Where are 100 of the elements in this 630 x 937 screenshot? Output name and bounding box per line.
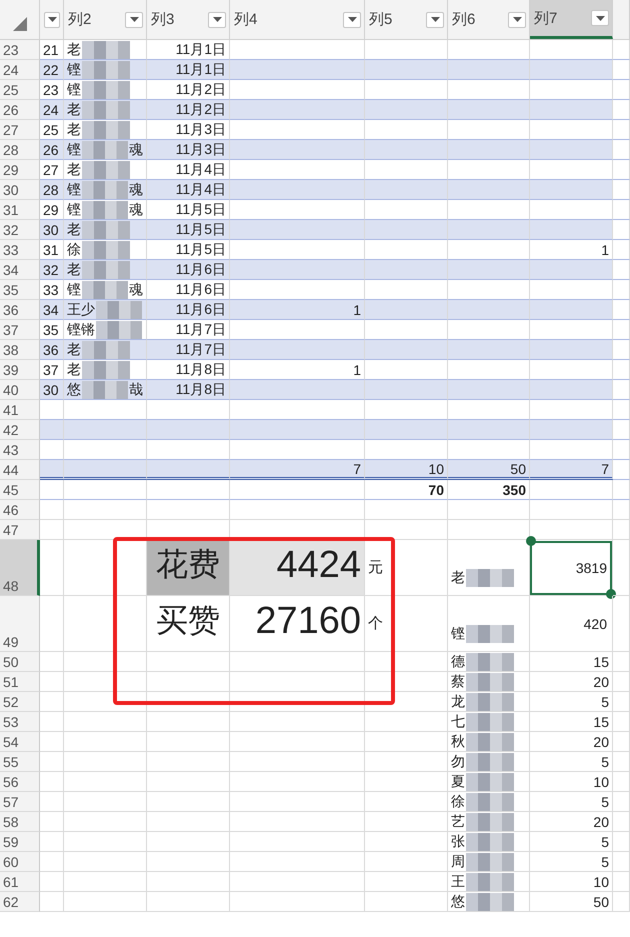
filter-dropdown-button[interactable] — [208, 12, 226, 28]
table-cell: 30 — [40, 380, 64, 400]
row-header[interactable]: 51 — [0, 672, 40, 692]
column-header[interactable]: 列3 — [147, 0, 230, 39]
table-cell: 5 — [530, 692, 613, 712]
row-header[interactable]: 39 — [0, 360, 40, 380]
table-cell: 夏 — [451, 772, 465, 790]
row-header[interactable]: 40 — [0, 380, 40, 400]
table-cell: 老 — [451, 569, 465, 587]
pixelated-block — [82, 40, 130, 58]
table-cell: 老 — [67, 100, 81, 118]
row-header[interactable]: 56 — [0, 772, 40, 792]
row-header[interactable]: 33 — [0, 240, 40, 260]
row-header[interactable]: 46 — [0, 500, 40, 520]
row-header[interactable]: 32 — [0, 220, 40, 240]
table-cell: 张 — [451, 832, 465, 850]
table-cell — [613, 200, 630, 220]
row-header[interactable]: 58 — [0, 812, 40, 832]
table-cell — [40, 500, 64, 520]
column-header[interactable]: 列5 — [365, 0, 448, 39]
row-header[interactable]: 44 — [0, 460, 40, 480]
row-header[interactable]: 37 — [0, 320, 40, 340]
selection-handle-icon[interactable] — [526, 536, 536, 546]
row-header[interactable]: 54 — [0, 732, 40, 752]
pixelated-block — [82, 260, 130, 278]
table-cell — [613, 520, 630, 540]
pixelated-block — [466, 792, 514, 810]
filter-dropdown-button[interactable] — [591, 10, 609, 26]
row-header[interactable]: 60 — [0, 852, 40, 872]
table-cell — [613, 80, 630, 100]
row-header[interactable]: 28 — [0, 140, 40, 160]
row-header[interactable]: 29 — [0, 160, 40, 180]
row-header[interactable]: 61 — [0, 872, 40, 892]
table-cell — [613, 400, 630, 420]
table-cell: 11月2日 — [147, 100, 230, 120]
row-header[interactable]: 43 — [0, 440, 40, 460]
select-all-icon[interactable] — [12, 17, 26, 31]
table-cell — [613, 812, 630, 832]
table-cell — [613, 460, 630, 480]
row-header[interactable]: 26 — [0, 100, 40, 120]
row-header[interactable]: 49 — [0, 596, 40, 652]
table-cell — [613, 712, 630, 732]
row-header[interactable]: 36 — [0, 300, 40, 320]
row-header[interactable]: 25 — [0, 80, 40, 100]
table-cell — [613, 440, 630, 460]
filter-dropdown-button[interactable] — [508, 12, 526, 28]
filter-dropdown-button[interactable] — [343, 12, 361, 28]
row-header[interactable]: 30 — [0, 180, 40, 200]
table-cell: 5 — [530, 832, 613, 852]
row-header[interactable]: 27 — [0, 120, 40, 140]
pixelated-block — [82, 380, 128, 398]
table-cell: 11月8日 — [147, 380, 230, 400]
table-cell — [613, 360, 630, 380]
row-header[interactable]: 55 — [0, 752, 40, 772]
table-cell: 10 — [530, 772, 613, 792]
pixelated-block — [466, 892, 514, 910]
row-header[interactable]: 50 — [0, 652, 40, 672]
row-header[interactable]: 23 — [0, 40, 40, 60]
selected-cell[interactable]: 3819 — [530, 541, 612, 595]
table-cell — [613, 240, 630, 260]
row-header[interactable]: 42 — [0, 420, 40, 440]
table-cell — [613, 140, 630, 160]
column-header[interactable]: 列2 — [64, 0, 147, 39]
row-header[interactable]: 34 — [0, 260, 40, 280]
pixelated-block — [82, 340, 130, 358]
filter-dropdown-button[interactable] — [125, 12, 143, 28]
row-header[interactable]: 38 — [0, 340, 40, 360]
row-header[interactable]: 62 — [0, 892, 40, 912]
row-header[interactable]: 31 — [0, 200, 40, 220]
caret-icon — [512, 17, 522, 22]
table-cell: 王少 — [67, 300, 95, 318]
row-header[interactable]: 57 — [0, 792, 40, 812]
column-header[interactable]: 列4 — [230, 0, 365, 39]
row-header[interactable]: 52 — [0, 692, 40, 712]
row-header[interactable]: 48 — [0, 540, 40, 596]
row-header[interactable]: 24 — [0, 60, 40, 80]
pixelated-block — [82, 280, 128, 298]
table-cell: 350 — [448, 480, 530, 500]
table-cell — [613, 852, 630, 872]
row-header[interactable]: 35 — [0, 280, 40, 300]
row-header[interactable]: 47 — [0, 520, 40, 540]
table-cell — [613, 160, 630, 180]
row-header[interactable]: 45 — [0, 480, 40, 500]
table-cell: 50 — [530, 892, 613, 912]
filter-dropdown-button[interactable] — [426, 12, 444, 28]
row-header[interactable]: 53 — [0, 712, 40, 732]
table-cell — [613, 792, 630, 812]
table-cell: 周 — [451, 852, 465, 870]
pixelated-block — [82, 220, 130, 238]
pixelated-block — [466, 625, 514, 643]
table-cell: 20 — [530, 732, 613, 752]
table-cell — [613, 320, 630, 340]
table-cell — [40, 652, 64, 672]
row-header[interactable]: 41 — [0, 400, 40, 420]
table-cell: 蔡 — [451, 672, 465, 690]
row-header[interactable]: 59 — [0, 832, 40, 852]
table-cell: 10 — [530, 872, 613, 892]
filter-dropdown-button[interactable] — [44, 12, 60, 28]
column-header[interactable]: 列7 — [530, 0, 613, 39]
selection-handle-icon[interactable] — [606, 589, 616, 599]
